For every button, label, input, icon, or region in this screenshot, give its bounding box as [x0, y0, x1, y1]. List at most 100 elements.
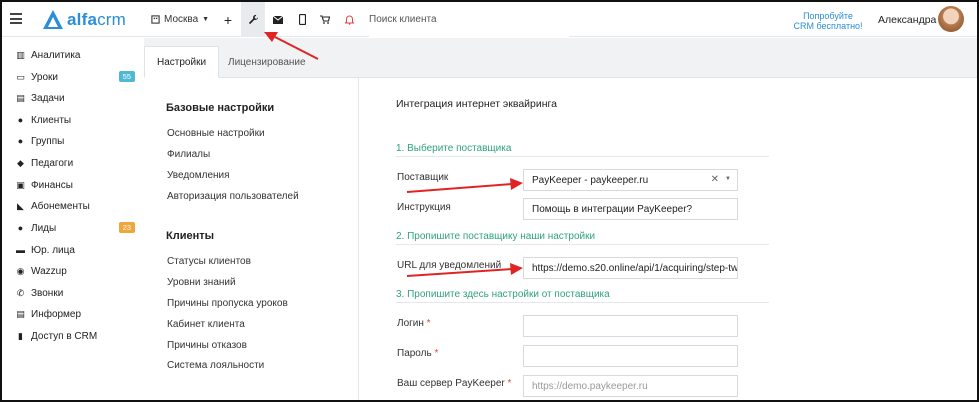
phone-icon: ✆: [16, 287, 25, 298]
password-input[interactable]: [523, 345, 738, 367]
sidebar-item-leads[interactable]: ● Лиды 23: [15, 220, 137, 236]
briefcase-icon: ▬: [16, 245, 25, 255]
password-label: Пароль *: [397, 348, 438, 359]
sidebar-item-label: Педагоги: [31, 157, 74, 169]
notification-url-field[interactable]: https://demo.s20.online/api/1/acquiring/…: [523, 257, 738, 279]
menu-link-branches[interactable]: Филиалы: [167, 149, 210, 160]
menu-link-main-settings[interactable]: Основные настройки: [167, 128, 265, 139]
tag-icon: ◣: [17, 200, 24, 211]
menu-link-client-cabinet[interactable]: Кабинет клиента: [167, 319, 245, 330]
sidebar-item-label: Информер: [31, 308, 82, 320]
avatar[interactable]: [938, 6, 964, 32]
lessons-count-badge: 55: [118, 71, 135, 82]
logo-icon: [43, 10, 63, 29]
building-icon: [151, 15, 160, 24]
promo-line-1: Попробуйте: [803, 11, 853, 21]
logo-text: alfacrm: [67, 10, 127, 29]
sidebar-item-label: Аналитика: [31, 49, 81, 61]
required-mark: *: [434, 348, 439, 359]
required-mark: *: [426, 318, 431, 329]
login-label-text: Логин: [397, 318, 424, 329]
login-input[interactable]: [523, 315, 738, 337]
search-input[interactable]: [369, 2, 569, 37]
lock-icon: ▮: [18, 330, 23, 341]
sidebar-item-clients[interactable]: ● Клиенты: [15, 112, 137, 128]
sidebar-item-legal-entities[interactable]: ▬ Юр. лица: [15, 242, 137, 258]
branch-name: Москва: [164, 14, 199, 25]
section-vendor-settings: 3. Пропишите здесь настройки от поставщи…: [396, 289, 769, 303]
cart-button[interactable]: [313, 2, 337, 37]
clear-icon[interactable]: ✕: [711, 174, 719, 185]
caret-down-icon: ▼: [202, 16, 210, 23]
top-bar: alfacrm Москва ▼ + Попробуйте CRM беспл: [2, 2, 977, 37]
sidebar-item-calls[interactable]: ✆ Звонки: [15, 285, 137, 301]
menu-link-absence-reasons[interactable]: Причины пропуска уроков: [167, 298, 288, 309]
sidebar-item-analytics[interactable]: ▥ Аналитика: [15, 47, 137, 63]
user-icon: ●: [17, 115, 24, 125]
section-provider-settings: 2. Пропишите поставщику наши настройки: [396, 231, 769, 245]
sidebar-item-informer[interactable]: ▤ Информер: [15, 306, 137, 322]
sidebar-item-label: Доступ в CRM: [31, 330, 98, 342]
instruction-field[interactable]: Помощь в интеграции PayKeeper?: [523, 198, 738, 220]
whatsapp-icon: ◉: [16, 265, 25, 276]
server-label-text: Ваш сервер PayKeeper: [397, 378, 505, 389]
sidebar-item-label: Клиенты: [31, 114, 72, 126]
calendar-icon: ▭: [16, 71, 25, 82]
notification-url-label: URL для уведомлений: [397, 260, 502, 271]
instruction-label: Инструкция: [397, 202, 451, 213]
menu-link-client-statuses[interactable]: Статусы клиентов: [167, 256, 251, 267]
sidebar-item-wazzup[interactable]: ◉ Wazzup: [15, 263, 137, 279]
envelope-icon: [273, 15, 283, 24]
sidebar-item-label: Абонементы: [31, 200, 90, 212]
logo[interactable]: alfacrm: [42, 9, 126, 31]
sidebar-item-label: Юр. лица: [31, 244, 75, 256]
mail-button[interactable]: [266, 2, 290, 37]
sidebar-item-groups[interactable]: ● Группы: [15, 133, 137, 149]
tab-licensing[interactable]: Лицензирование: [216, 46, 318, 78]
server-input[interactable]: https://demo.paykeeper.ru: [523, 375, 738, 397]
sidebar-item-subscriptions[interactable]: ◣ Абонементы: [15, 198, 137, 214]
menu-link-knowledge-levels[interactable]: Уровни знаний: [167, 277, 236, 288]
menu-link-notifications[interactable]: Уведомления: [167, 170, 230, 181]
sidebar-item-lessons[interactable]: ▭ Уроки 55: [15, 69, 137, 85]
user-plus-icon: ●: [17, 223, 24, 233]
phone-icon: [298, 14, 306, 25]
settings-button[interactable]: [241, 2, 265, 37]
sidebar-item-teachers[interactable]: ◆ Педагоги: [15, 155, 137, 171]
notifications-button[interactable]: [337, 2, 361, 37]
tab-bar: Настройки Лицензирование: [144, 38, 977, 78]
sidebar: ▥ Аналитика ▭ Уроки 55 ▤ Задачи ● Клиент…: [2, 38, 143, 400]
menu-link-user-auth[interactable]: Авторизация пользователей: [167, 191, 299, 202]
user-name[interactable]: Александра: [878, 2, 936, 37]
sidebar-item-label: Группы: [31, 135, 65, 147]
sidebar-item-label: Лиды: [31, 222, 57, 234]
branch-selector[interactable]: Москва ▼: [151, 2, 209, 37]
menu-link-refusal-reasons[interactable]: Причины отказов: [167, 340, 247, 351]
page-title: Интеграция интернет эквайринга: [396, 98, 557, 110]
caret-down-icon[interactable]: ▼: [725, 176, 731, 182]
sidebar-item-crm-access[interactable]: ▮ Доступ в CRM: [15, 328, 137, 344]
base-settings-heading: Базовые настройки: [166, 102, 275, 114]
plus-icon: +: [223, 11, 233, 28]
free-trial-link[interactable]: Попробуйте CRM бесплатно!: [792, 11, 864, 31]
sidebar-item-label: Финансы: [31, 179, 73, 191]
sidebar-item-finance[interactable]: ▣ Финансы: [15, 177, 137, 193]
bell-icon: [344, 14, 354, 25]
promo-line-2: CRM бесплатно!: [793, 21, 863, 31]
provider-value: PayKeeper - paykeeper.ru: [532, 174, 649, 186]
add-button[interactable]: +: [216, 2, 240, 37]
document-icon: ▤: [16, 308, 25, 319]
menu-icon[interactable]: [10, 13, 22, 24]
tab-settings[interactable]: Настройки: [144, 46, 220, 78]
login-label: Логин *: [397, 318, 431, 329]
menu-link-loyalty-system[interactable]: Система лояльности: [167, 360, 264, 371]
settings-menu: Базовые настройки Основные настройки Фил…: [144, 78, 359, 400]
provider-select[interactable]: PayKeeper - paykeeper.ru ✕ ▼: [523, 169, 738, 191]
app-window: alfacrm Москва ▼ + Попробуйте CRM беспл: [0, 0, 979, 402]
group-icon: ●: [17, 136, 24, 146]
book-icon: ▥: [16, 49, 25, 60]
sidebar-item-tasks[interactable]: ▤ Задачи: [15, 90, 137, 106]
server-label: Ваш сервер PayKeeper *: [397, 378, 511, 389]
cart-icon: [320, 15, 330, 24]
mobile-button[interactable]: [290, 2, 314, 37]
